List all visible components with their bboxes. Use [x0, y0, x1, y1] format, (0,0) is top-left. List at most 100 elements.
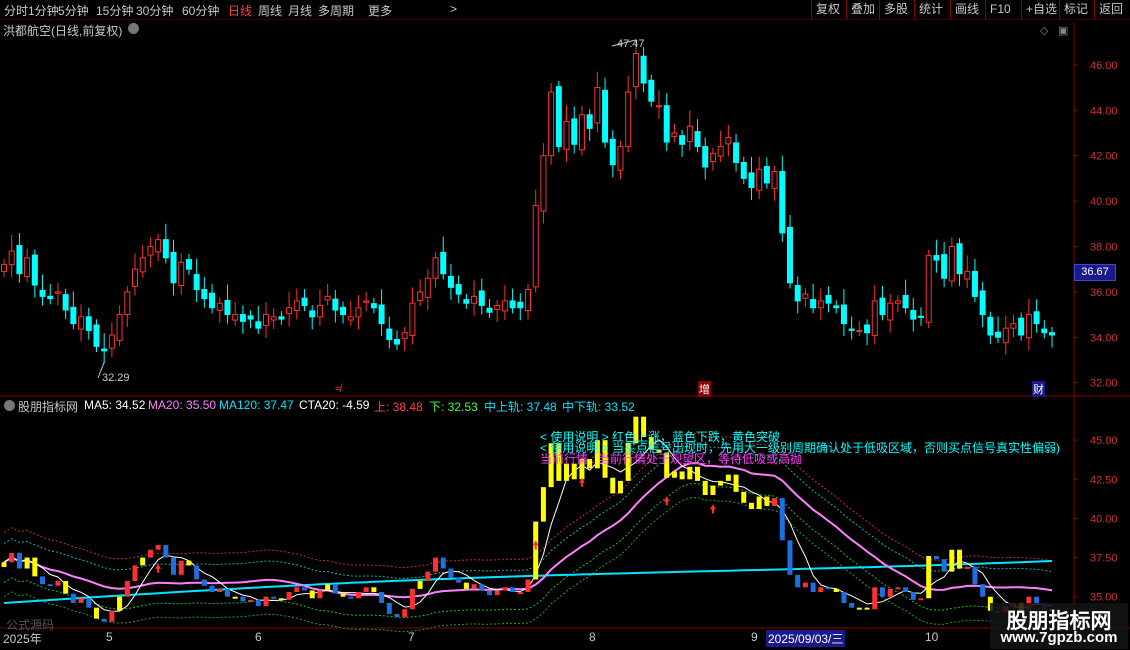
candle: [517, 301, 524, 309]
candle: [216, 302, 223, 311]
candle: [124, 291, 131, 316]
candle: [671, 132, 678, 138]
indicator-candle: [417, 581, 423, 589]
formula-source-link[interactable]: 公式源码: [6, 616, 54, 633]
indicator-candle: [957, 549, 963, 569]
indicator-candle: [864, 607, 870, 610]
candle: [263, 314, 269, 326]
indicator-candle: [725, 474, 731, 481]
candle: [440, 251, 447, 275]
indicator-candle: [117, 596, 123, 611]
indicator-candle: [409, 588, 415, 610]
indicator-candle: [718, 480, 724, 486]
indicator-candle: [232, 596, 238, 599]
indicator-candle: [140, 557, 146, 566]
indicator-candle: [972, 566, 978, 585]
indicator-candle: [818, 587, 824, 592]
indicator-name[interactable]: 股朋指标网: [18, 398, 78, 415]
ma120-value: MA120: 37.47: [219, 398, 294, 412]
indicator-candle: [918, 598, 924, 601]
watermark: 股朋指标网 www.7gpzb.com: [990, 603, 1128, 649]
indicator-candle: [286, 592, 292, 600]
candle: [779, 171, 786, 234]
candle: [1, 264, 7, 272]
indicator-candle: [224, 588, 230, 597]
candle: [93, 324, 100, 347]
candle: [933, 255, 940, 261]
ma20-value: MA20: 35.50: [148, 398, 217, 412]
y-axis-label: 46.00: [1090, 60, 1118, 72]
candle: [848, 328, 855, 331]
indicator-candle: [733, 474, 739, 492]
indicator-candle: [448, 568, 454, 578]
indicator-candle: [124, 581, 130, 597]
candle: [979, 290, 986, 316]
candle: [802, 293, 809, 299]
indicator-candle: [440, 557, 446, 569]
candle: [332, 298, 339, 311]
buy-arrow-icon: [663, 496, 670, 506]
candle: [417, 291, 424, 301]
candle: [910, 309, 917, 320]
candle: [756, 168, 763, 191]
indicator-candle: [833, 588, 839, 592]
y-axis-label: 32.00: [1090, 378, 1118, 390]
indicator-candle: [856, 607, 862, 610]
candle: [563, 121, 570, 150]
candle: [617, 146, 624, 171]
candle: [1033, 311, 1040, 325]
indicator-candle: [702, 480, 708, 495]
candle: [833, 305, 840, 309]
candle: [116, 314, 123, 341]
candle: [1002, 327, 1009, 344]
candle: [632, 53, 639, 88]
event-marker[interactable]: ≉: [335, 383, 341, 395]
event-marker-finance[interactable]: 财: [1032, 381, 1045, 397]
indicator-candle: [610, 477, 616, 494]
candle: [70, 306, 77, 325]
indicator-candle: [78, 598, 84, 603]
candle: [478, 290, 485, 306]
candle: [162, 239, 169, 259]
x-axis-label: 9: [751, 630, 758, 644]
candle: [509, 300, 516, 309]
candle: [1049, 332, 1055, 336]
indicator-candle: [433, 557, 439, 572]
indicator-candle: [86, 598, 92, 608]
indicator-candle: [502, 587, 508, 591]
indicator-candle: [402, 609, 408, 618]
candle: [501, 300, 508, 312]
mid-lower-band-value: 中下轨: 33.52: [562, 400, 635, 414]
indicator-candle: [248, 599, 254, 602]
candle: [887, 302, 894, 321]
kline-chart[interactable]: 46.00 44.00 42.00 40.00 38.00 36.00 34.00 32.00…: [0, 0, 1130, 650]
indicator-candle: [933, 556, 939, 560]
lower-band-value: 下: 32.53: [429, 400, 478, 414]
event-marker-increase[interactable]: 增: [698, 381, 711, 397]
indicator-candle: [93, 607, 99, 619]
candle: [316, 304, 323, 318]
candle: [170, 251, 177, 284]
indicator-candle: [63, 581, 69, 594]
candle: [578, 114, 585, 151]
indicator-y-label: 37.50: [1090, 553, 1118, 565]
candle: [686, 125, 693, 143]
candle: [147, 245, 154, 256]
indicator-candle: [355, 592, 361, 599]
indicator-candle: [748, 502, 754, 510]
candle: [347, 316, 354, 321]
candle: [555, 86, 562, 148]
candle: [54, 291, 61, 294]
candle: [401, 332, 408, 340]
indicator-menu-icon[interactable]: [4, 400, 15, 411]
candle: [370, 303, 377, 309]
upper-band-value: 上: 38.48: [374, 400, 423, 414]
indicator-candle: [949, 549, 955, 572]
indicator-candle: [887, 588, 893, 597]
candle: [432, 257, 439, 279]
candle: [810, 299, 817, 309]
lower-band: [3, 496, 1053, 633]
indicator-candle: [186, 560, 192, 566]
candle: [363, 300, 370, 303]
indicator-candle: [240, 596, 246, 602]
